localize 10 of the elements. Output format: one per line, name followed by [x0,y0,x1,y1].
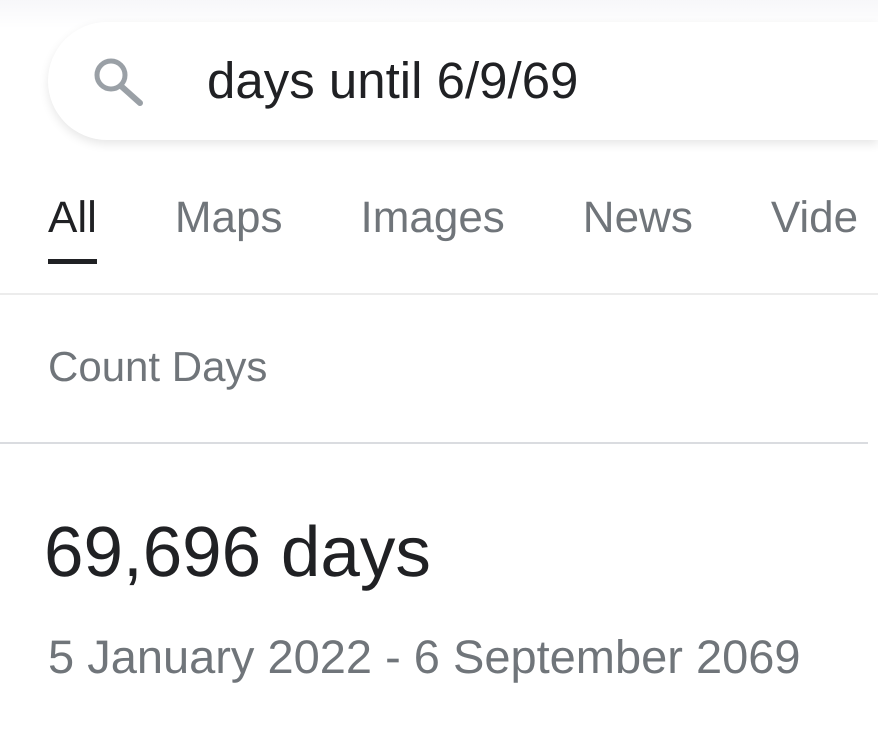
result-value: 69,696 days [44,514,431,592]
search-tab[interactable]: Maps [174,194,282,264]
search-tab[interactable]: All [48,194,97,264]
search-tab[interactable]: News [582,194,693,264]
date-range: 5 January 2022 - 6 September 2069 [48,631,801,683]
search-icon [92,56,144,106]
search-tab[interactable]: Vide [770,194,858,264]
search-field[interactable]: days until 6/9/69 [48,22,878,140]
calculator-title: Count Days [48,343,268,391]
search-tab[interactable]: Images [360,194,505,264]
